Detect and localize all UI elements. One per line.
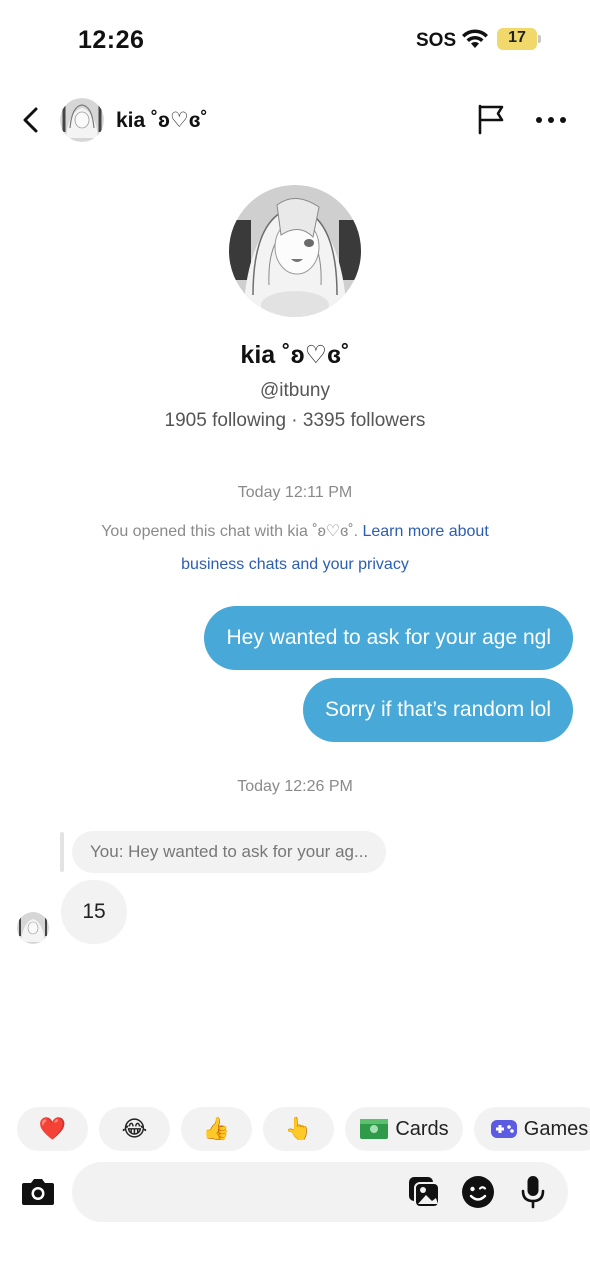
contact-name[interactable]: kia ˚ʚ♡ɞ˚ <box>116 108 208 133</box>
gallery-icon[interactable] <box>406 1174 442 1210</box>
quick-reply-thumbs-up[interactable]: 👍 <box>181 1107 252 1151</box>
status-time: 12:26 <box>78 26 145 54</box>
status-sos: SOS <box>416 30 457 51</box>
quick-reply-games[interactable]: Games <box>474 1107 590 1151</box>
microphone-icon[interactable] <box>518 1174 548 1210</box>
sticker-icon[interactable] <box>460 1174 496 1210</box>
more-options-icon[interactable] <box>534 114 568 126</box>
quick-reply-bar: ❤️ 😂 👍 👆 Cards Games <box>0 1107 590 1151</box>
flag-icon[interactable] <box>474 102 508 136</box>
profile-handle: @itbuny <box>260 380 330 401</box>
thumbs-up-icon: 👍 <box>202 1116 231 1141</box>
pointing-up-icon: 👆 <box>284 1116 313 1141</box>
incoming-message[interactable]: 15 <box>61 880 127 944</box>
quick-reply-games-label: Games <box>523 1117 589 1140</box>
status-bar: 12:26 SOS 17 <box>0 0 590 80</box>
quick-reply-heart[interactable]: ❤️ <box>17 1107 88 1151</box>
profile-name: kia ˚ʚ♡ɞ˚ <box>240 341 350 369</box>
back-icon[interactable] <box>18 104 46 136</box>
chat-header: kia ˚ʚ♡ɞ˚ <box>0 90 590 150</box>
privacy-notice: You opened this chat with kia ˚ʚ♡ɞ˚. Lea… <box>80 515 510 581</box>
quick-reply-laughing[interactable]: 😂 <box>99 1107 170 1151</box>
camera-icon[interactable] <box>20 1174 56 1208</box>
incoming-avatar[interactable] <box>17 912 49 944</box>
quick-reply-pointing-up[interactable]: 👆 <box>263 1107 334 1151</box>
profile-avatar[interactable] <box>229 185 361 317</box>
laughing-emoji-icon: 😂 <box>121 1116 148 1141</box>
outgoing-message[interactable]: Sorry if that’s random lol <box>302 678 573 742</box>
privacy-notice-text: You opened this chat with kia ˚ʚ♡ɞ˚. <box>101 523 363 540</box>
quick-reply-cards-label: Cards <box>395 1117 449 1140</box>
battery-level: 17 <box>508 29 526 46</box>
header-avatar[interactable] <box>60 98 104 142</box>
quick-reply-cards[interactable]: Cards <box>345 1107 463 1151</box>
reply-indicator-bar <box>60 832 64 872</box>
card-icon <box>360 1119 389 1139</box>
reply-quote[interactable]: You: Hey wanted to ask for your ag... <box>72 831 387 873</box>
message-input[interactable] <box>92 1162 392 1222</box>
message-composer <box>72 1162 568 1222</box>
battery-icon: 17 <box>497 28 541 50</box>
heart-icon: ❤️ <box>38 1116 67 1141</box>
outgoing-message[interactable]: Hey wanted to ask for your age ngl <box>204 606 573 670</box>
timestamp: Today 12:26 PM <box>237 778 353 795</box>
profile-stats: 1905 following · 3395 followers <box>164 410 426 431</box>
wifi-icon <box>462 29 488 48</box>
gamepad-icon <box>490 1120 517 1138</box>
timestamp: Today 12:11 PM <box>237 484 353 501</box>
